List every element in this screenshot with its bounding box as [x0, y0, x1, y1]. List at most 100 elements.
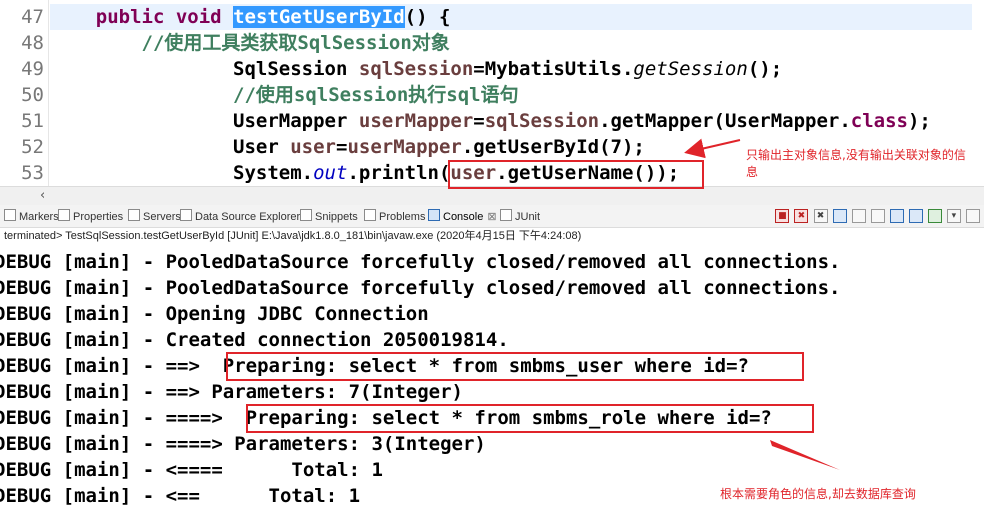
code-token: () { — [404, 6, 451, 28]
line-number: 51 — [21, 110, 44, 132]
code-token: getSession — [633, 58, 748, 80]
code-token: void — [175, 6, 222, 28]
code-token: sqlSession — [484, 110, 600, 132]
snippets-icon — [300, 209, 312, 221]
scroll-lock-icon[interactable] — [851, 209, 866, 223]
annotation-note-main-object: 只输出主对象信息,没有输出关联对象的信息 — [746, 148, 966, 179]
code-token: SqlSession — [233, 58, 359, 80]
highlight-box-role-query — [246, 404, 814, 433]
code-token: .getUserById(7); — [461, 136, 645, 158]
tab-label: Problems — [379, 211, 426, 223]
tab-problems[interactable]: Problems — [364, 209, 425, 223]
code-token: //使用工具类获取SqlSession对象 — [141, 32, 450, 54]
tab-label: Servers — [143, 211, 181, 223]
code-line[interactable]: User user=userMapper.getUserById(7); — [50, 134, 645, 160]
line-number: 49 — [21, 58, 44, 80]
console-line: DEBUG [main] - ==> Parameters: 7(Integer… — [0, 381, 463, 403]
code-token: public — [95, 6, 165, 28]
code-token: user — [290, 136, 336, 158]
tab-label: Properties — [73, 211, 124, 223]
console-line: DEBUG [main] - PooledDataSource forceful… — [0, 251, 841, 273]
open-console-icon[interactable] — [966, 209, 980, 223]
show-on-output-icon[interactable] — [889, 209, 904, 223]
tab-label: Console — [443, 211, 484, 223]
code-token: userMapper — [347, 136, 462, 158]
markers-icon — [4, 209, 16, 221]
code-token: //使用sqlSession执行sql语句 — [233, 84, 519, 106]
code-line[interactable]: //使用工具类获取SqlSession对象 — [50, 30, 450, 56]
code-token: = — [336, 136, 348, 158]
remove-all-terminated-icon[interactable]: ✖ — [813, 209, 828, 223]
view-tab-bar: Markers Properties Servers Data Source E… — [0, 205, 984, 228]
tab-snippets[interactable]: Snippets — [300, 209, 358, 223]
code-token: sqlSession — [358, 58, 474, 80]
code-token: System. — [233, 162, 314, 184]
code-token: = — [473, 110, 485, 132]
console-line: DEBUG [main] - <== Total: 1 — [0, 485, 361, 507]
pin-console-icon[interactable] — [927, 209, 942, 223]
tab-properties[interactable]: Properties — [58, 209, 123, 223]
line-number-gutter: 47 48 49 50 51 52 53 — [0, 0, 48, 186]
console-line: DEBUG [main] - Opening JDBC Connection — [0, 303, 429, 325]
database-icon — [180, 209, 192, 221]
problems-icon — [364, 209, 376, 221]
console-line: DEBUG [main] - PooledDataSource forceful… — [0, 277, 841, 299]
highlight-box-println — [448, 160, 704, 189]
properties-icon — [58, 209, 70, 221]
console-line: DEBUG [main] - Created connection 205001… — [0, 329, 509, 351]
code-token: UserMapper — [233, 110, 359, 132]
code-token: .getMapper(UserMapper. — [599, 110, 851, 132]
code-line[interactable]: public void testGetUserById() { — [50, 4, 972, 30]
show-on-error-icon[interactable] — [908, 209, 923, 223]
tab-console[interactable]: Console ⊠ — [428, 209, 497, 223]
tab-label: Data Source Explorer — [195, 211, 301, 223]
scroll-left-icon[interactable]: ‹ — [40, 188, 45, 203]
code-token: =MybatisUtils. — [473, 58, 634, 80]
code-token: testGetUserById — [233, 6, 405, 28]
console-status: terminated> TestSqlSession.testGetUserBy… — [4, 230, 582, 242]
line-number: 47 — [21, 6, 44, 28]
code-line[interactable]: UserMapper userMapper=sqlSession.getMapp… — [50, 108, 931, 134]
console-line: DEBUG [main] - ====> Parameters: 3(Integ… — [0, 433, 486, 455]
code-line[interactable]: //使用sqlSession执行sql语句 — [50, 82, 519, 108]
highlight-box-user-query — [226, 352, 804, 381]
line-number: 53 — [21, 162, 44, 184]
code-token: User — [233, 136, 291, 158]
line-number: 52 — [21, 136, 44, 158]
line-number: 48 — [21, 32, 44, 54]
terminate-icon[interactable]: ■ — [775, 209, 790, 223]
tab-servers[interactable]: Servers — [128, 209, 181, 223]
tab-label: Snippets — [315, 211, 358, 223]
code-token: ); — [907, 110, 931, 132]
word-wrap-icon[interactable] — [870, 209, 885, 223]
console-line: DEBUG [main] - <==== Total: 1 — [0, 459, 383, 481]
gutter-divider — [48, 0, 49, 186]
code-token: (); — [747, 58, 783, 80]
tab-markers[interactable]: Markers — [4, 209, 59, 223]
close-icon[interactable]: ⊠ — [487, 211, 496, 223]
tab-data-source-explorer[interactable]: Data Source Explorer — [180, 209, 300, 223]
display-console-icon[interactable]: ▾ — [946, 209, 961, 223]
tab-junit[interactable]: JUnit — [500, 209, 540, 223]
console-icon — [428, 209, 440, 221]
junit-icon — [500, 209, 512, 221]
code-line[interactable]: SqlSession sqlSession=MybatisUtils.getSe… — [50, 56, 782, 82]
code-token: .println( — [347, 162, 451, 184]
line-number: 50 — [21, 84, 44, 106]
code-token: out — [313, 162, 348, 184]
tab-label: JUnit — [515, 211, 541, 223]
remove-launch-icon[interactable]: ✖ — [794, 209, 809, 223]
code-token: class — [850, 110, 908, 132]
clear-console-icon[interactable] — [832, 209, 847, 223]
servers-icon — [128, 209, 140, 221]
tab-label: Markers — [19, 211, 59, 223]
code-token: userMapper — [358, 110, 474, 132]
